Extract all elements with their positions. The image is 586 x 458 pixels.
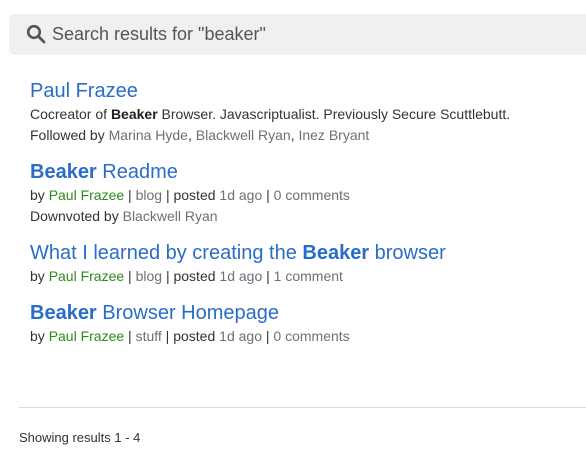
title-bold: Beaker <box>30 302 97 324</box>
result-title[interactable]: Paul Frazee <box>30 78 580 104</box>
author-link[interactable]: Paul Frazee <box>49 268 124 284</box>
post-meta: by Paul Frazee | blog | posted 1d ago | … <box>30 266 580 287</box>
search-bar[interactable] <box>9 14 586 55</box>
result-title[interactable]: Beaker Readme <box>30 159 580 185</box>
by-label: by <box>30 187 45 203</box>
posted-time-link[interactable]: 1d ago <box>219 187 262 203</box>
comments-link[interactable]: 1 comment <box>274 268 343 284</box>
followed-by-label: Followed by <box>30 127 105 143</box>
results-summary: Showing results 1 - 4 <box>19 430 141 445</box>
divider <box>19 407 586 408</box>
result-post: What I learned by creating the Beaker br… <box>30 240 580 287</box>
category-link[interactable]: blog <box>136 187 162 203</box>
results-list: Paul Frazee Cocreator of Beaker Browser.… <box>30 78 580 360</box>
title-bold: Beaker <box>30 161 97 183</box>
search-results-page: Paul Frazee Cocreator of Beaker Browser.… <box>0 0 586 458</box>
pipe: | <box>124 187 136 203</box>
title-rest: Readme <box>96 161 178 183</box>
post-meta: by Paul Frazee | blog | posted 1d ago | … <box>30 185 580 206</box>
desc-post: Browser. Javascriptualist. Previously Se… <box>157 106 511 122</box>
post-meta: by Paul Frazee | stuff | posted 1d ago |… <box>30 326 580 347</box>
posted-label: posted <box>173 187 216 203</box>
follower-link[interactable]: Marina Hyde <box>109 127 188 143</box>
category-link[interactable]: blog <box>136 268 162 284</box>
downvoted-by: Downvoted by Blackwell Ryan <box>30 206 580 227</box>
comments-link[interactable]: 0 comments <box>273 328 349 344</box>
title-bold: Beaker <box>302 242 370 264</box>
pipe: | <box>261 328 274 344</box>
result-post: Beaker Browser Homepage by Paul Frazee |… <box>30 300 580 347</box>
category-link[interactable]: stuff <box>136 328 162 344</box>
result-user: Paul Frazee Cocreator of Beaker Browser.… <box>30 78 580 146</box>
search-icon <box>26 24 46 44</box>
pipe: | <box>161 328 174 344</box>
pipe: | <box>162 268 174 284</box>
downvoted-label: Downvoted by <box>30 208 119 224</box>
posted-label: posted <box>173 268 216 284</box>
posted-time-link[interactable]: 1d ago <box>219 268 262 284</box>
followed-by: Followed by Marina Hyde, Blackwell Ryan,… <box>30 125 580 146</box>
search-input[interactable] <box>52 14 582 55</box>
pipe: | <box>162 187 174 203</box>
pipe: | <box>124 268 136 284</box>
result-title[interactable]: Beaker Browser Homepage <box>30 300 580 326</box>
pipe: | <box>262 187 274 203</box>
downvoter-link[interactable]: Blackwell Ryan <box>123 208 218 224</box>
title-post: browser <box>369 242 446 264</box>
desc-pre: Cocreator of <box>30 106 111 122</box>
pipe: | <box>124 328 136 344</box>
result-title[interactable]: What I learned by creating the Beaker br… <box>30 240 580 266</box>
comments-link[interactable]: 0 comments <box>274 187 350 203</box>
author-link[interactable]: Paul Frazee <box>49 328 124 344</box>
follower-link[interactable]: Inez Bryant <box>298 127 369 143</box>
posted-time-link[interactable]: 1d ago <box>219 328 262 344</box>
comma: , <box>187 127 196 143</box>
desc-bold: Beaker <box>110 106 158 122</box>
result-description: Cocreator of Beaker Browser. Javascriptu… <box>30 104 580 125</box>
posted-label: posted <box>173 328 216 344</box>
follower-link[interactable]: Blackwell Ryan <box>196 127 291 143</box>
author-link[interactable]: Paul Frazee <box>49 187 124 203</box>
by-label: by <box>30 268 45 284</box>
by-label: by <box>30 328 45 344</box>
pipe: | <box>262 268 274 284</box>
result-post: Beaker Readme by Paul Frazee | blog | po… <box>30 159 580 227</box>
title-rest: Browser Homepage <box>96 302 280 324</box>
title-pre: What I learned by creating the <box>30 242 303 264</box>
